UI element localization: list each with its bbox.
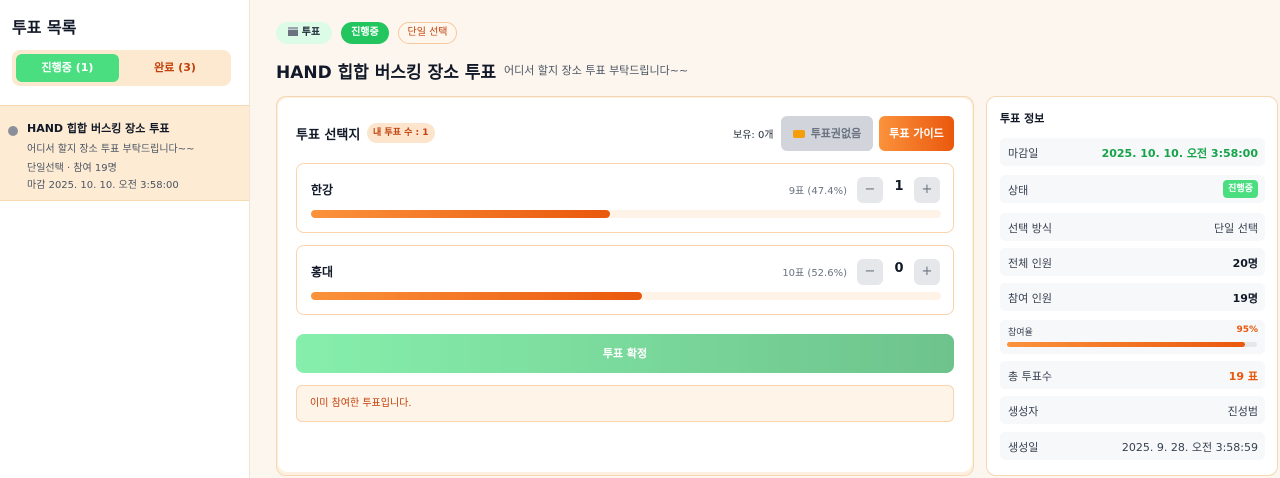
rate-progress-fill xyxy=(1007,342,1245,347)
confirm-vote-button[interactable]: 투표 확정 xyxy=(296,334,954,373)
option-progress-track xyxy=(311,292,941,300)
decrement-button[interactable]: − xyxy=(857,259,883,285)
option-count: 9표 (47.4%) xyxy=(788,186,847,197)
info-value: 2025. 9. 28. 오전 3:58:59 xyxy=(1121,441,1258,454)
info-label: 총 투표수 xyxy=(1008,370,1052,383)
status-badge: 진행중 xyxy=(341,22,389,44)
tab-ongoing[interactable]: 진행중 (1) xyxy=(16,54,119,82)
option-card-hongdae: 홍대 10표 (52.6%) − 0 + xyxy=(296,245,954,315)
info-title: 투표 정보 xyxy=(1000,112,1045,125)
option-vote-count: 1 xyxy=(894,179,904,194)
info-label: 생성일 xyxy=(1008,441,1039,454)
sidebar: 투표 목록 진행중 (1) 완료 (3) HAND 힙합 버스킹 장소 투표 어… xyxy=(0,0,250,478)
my-votes-badge: 내 투표 수 : 1 xyxy=(367,123,435,143)
clapperboard-icon xyxy=(287,27,298,36)
option-vote-count: 0 xyxy=(894,261,904,276)
tab-completed[interactable]: 완료 (3) xyxy=(123,54,227,82)
ticket-button[interactable]: 투표권없음 xyxy=(781,116,873,151)
info-value: 단일 선택 xyxy=(1214,222,1258,235)
info-label: 생성자 xyxy=(1008,405,1039,418)
option-progress-fill xyxy=(311,210,610,218)
page-description: 어디서 할지 장소 투표 부탁드립니다~~ xyxy=(504,64,689,77)
status-dot-icon xyxy=(8,126,18,136)
increment-button[interactable]: + xyxy=(914,259,940,285)
sidebar-item-description: 어디서 할지 장소 투표 부탁드립니다~~ xyxy=(27,144,195,155)
option-progress-fill xyxy=(311,292,643,300)
holding-text: 보유: 0개 xyxy=(733,130,774,141)
info-label: 전체 인원 xyxy=(1008,257,1052,270)
vote-badge: 투표 xyxy=(276,22,332,44)
section-title: 투표 선택지 xyxy=(296,128,361,143)
guide-button[interactable]: 투표 가이드 xyxy=(879,116,954,151)
info-row-total-votes: 총 투표수 19 표 xyxy=(1000,361,1265,389)
info-label: 마감일 xyxy=(1008,147,1039,160)
rate-label: 참여율 xyxy=(1008,328,1033,338)
vote-badge-label: 투표 xyxy=(301,27,321,38)
sidebar-item-title: HAND 힙합 버스킹 장소 투표 xyxy=(27,122,170,135)
ticket-button-label: 투표권없음 xyxy=(810,127,862,140)
info-label: 참여 인원 xyxy=(1008,292,1052,305)
increment-button[interactable]: + xyxy=(914,177,940,203)
option-progress-track xyxy=(311,210,941,218)
info-value: 19명 xyxy=(1232,292,1258,305)
info-value: 진성범 xyxy=(1227,405,1258,418)
participation-rate: 참여율 95% xyxy=(1000,320,1265,354)
info-value: 19 표 xyxy=(1228,370,1258,383)
rate-progress-track xyxy=(1007,342,1257,347)
option-count: 10표 (52.6%) xyxy=(782,268,847,279)
info-row-status: 상태 진행중 xyxy=(1000,175,1265,203)
sidebar-title: 투표 목록 xyxy=(12,18,77,37)
info-row-created: 생성일 2025. 9. 28. 오전 3:58:59 xyxy=(1000,432,1265,460)
option-name: 홍대 xyxy=(311,265,334,279)
info-value: 20명 xyxy=(1232,257,1258,270)
rate-value: 95% xyxy=(1236,325,1258,335)
option-name: 한강 xyxy=(311,183,334,197)
info-label: 상태 xyxy=(1008,184,1029,197)
info-value: 2025. 10. 10. 오전 3:58:00 xyxy=(1101,147,1258,160)
sidebar-item-meta: 단일선택 · 참여 19명 xyxy=(27,163,117,174)
info-row-total: 전체 인원 20명 xyxy=(1000,248,1265,276)
status-badge: 진행중 xyxy=(1223,180,1258,198)
already-voted-notice: 이미 참여한 투표입니다. xyxy=(296,385,954,422)
info-row-participants: 참여 인원 19명 xyxy=(1000,283,1265,311)
ticket-icon xyxy=(792,130,805,138)
decrement-button[interactable]: − xyxy=(857,177,883,203)
mode-badge: 단일 선택 xyxy=(398,22,457,44)
sidebar-item-deadline: 마감 2025. 10. 10. 오전 3:58:00 xyxy=(27,180,179,191)
info-row-deadline: 마감일 2025. 10. 10. 오전 3:58:00 xyxy=(1000,138,1265,166)
option-card-hangang: 한강 9표 (47.4%) − 1 + xyxy=(296,163,954,233)
info-row-method: 선택 방식 단일 선택 xyxy=(1000,213,1265,241)
info-row-creator: 생성자 진성범 xyxy=(1000,396,1265,424)
info-label: 선택 방식 xyxy=(1008,222,1052,235)
sidebar-tabs: 진행중 (1) 완료 (3) xyxy=(12,50,231,86)
sidebar-item-poll[interactable]: HAND 힙합 버스킹 장소 투표 어디서 할지 장소 투표 부탁드립니다~~ … xyxy=(0,105,249,201)
page-title: HAND 힙합 버스킹 장소 투표 xyxy=(276,63,497,83)
